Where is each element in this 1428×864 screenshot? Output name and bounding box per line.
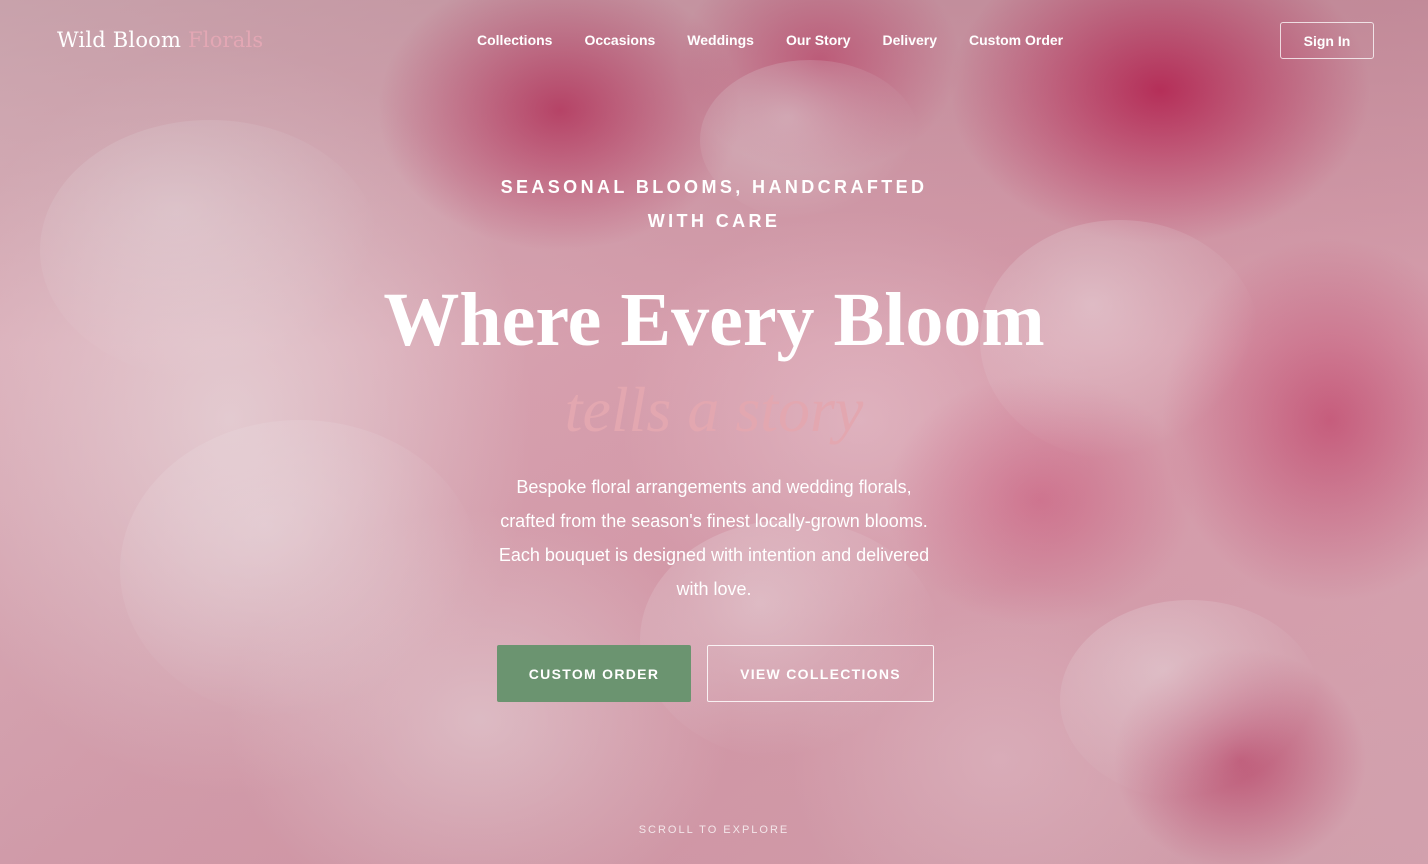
hero-eyebrow-line: WITH CARE [647,211,781,231]
nav-link-delivery[interactable]: Delivery [883,32,937,48]
custom-order-button[interactable]: CUSTOM ORDER [497,645,691,702]
hero-description-line: Each bouquet is designed with intention … [498,545,930,565]
nav-link-weddings[interactable]: Weddings [687,32,754,48]
brand-logo[interactable]: Wild Bloom Florals [57,28,263,52]
hero-eyebrow-line: SEASONAL BLOOMS, HANDCRAFTED [500,177,928,197]
view-collections-button[interactable]: VIEW COLLECTIONS [707,645,934,702]
hero-eyebrow: SEASONAL BLOOMS, HANDCRAFTED WITH CARE [414,170,1014,238]
nav-link-occasions[interactable]: Occasions [584,32,655,48]
nav-link-our-story[interactable]: Our Story [786,32,851,48]
site-header: Wild Bloom Florals Collections Occasions… [0,0,1428,80]
main-nav: Collections Occasions Weddings Our Story… [477,32,1095,48]
hero-description-line: Bespoke floral arrangements and wedding … [516,477,912,497]
nav-link-custom-order[interactable]: Custom Order [969,32,1063,48]
sign-in-button[interactable]: Sign In [1280,22,1374,59]
scroll-hint[interactable]: SCROLL TO EXPLORE [564,824,864,836]
hero-subhead: tells a story [564,374,864,445]
hero-headline: Where Every Bloom [383,278,1045,362]
brand-name-accent: Florals [188,28,264,52]
hero-description: Bespoke floral arrangements and wedding … [444,470,984,606]
nav-link-collections[interactable]: Collections [477,32,552,48]
hero-description-line: crafted from the season's finest locally… [500,511,928,531]
brand-name: Wild Bloom [57,28,182,52]
hero-description-line: with love. [676,579,752,599]
